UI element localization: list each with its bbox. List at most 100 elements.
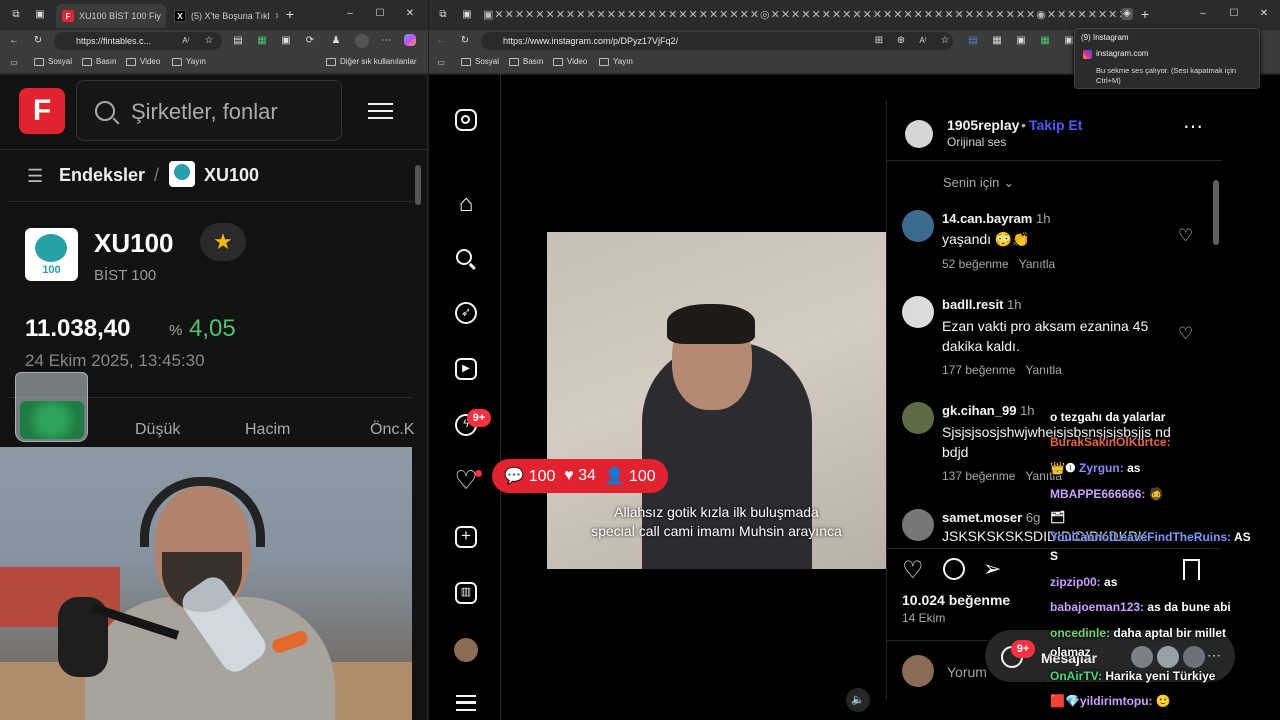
folder-icon: [82, 57, 92, 66]
instagram-favicon-icon: [1083, 50, 1092, 59]
tab-x[interactable]: X (5) X'te Boşuna Tıkl ✕: [168, 4, 278, 28]
read-aloud-icon[interactable]: A⁾: [180, 35, 192, 47]
list-numbered-icon: ☰: [27, 166, 44, 186]
post-video[interactable]: Allahsız gotik kızla ilk buluşmada speci…: [547, 100, 886, 717]
instagram-logo-icon[interactable]: [455, 109, 477, 131]
index-logo-text: 100: [42, 264, 61, 276]
scrollbar[interactable]: [415, 165, 421, 205]
home-icon[interactable]: ⌂: [453, 190, 479, 217]
active-tab-icon[interactable]: ◈: [1121, 8, 1133, 20]
search-input[interactable]: Şirketler, fonlar: [131, 99, 278, 125]
reading-list-icon[interactable]: ▭: [435, 57, 447, 69]
extension-icon[interactable]: ▣: [280, 35, 292, 47]
extension-icon[interactable]: ▤: [967, 35, 979, 47]
extension-icon[interactable]: ▦: [256, 35, 268, 47]
folder-icon: [126, 57, 136, 66]
new-tab-icon[interactable]: +: [1139, 7, 1151, 21]
address-bar[interactable]: https://fintables.c...: [54, 32, 222, 50]
refresh-icon[interactable]: ↻: [32, 35, 44, 47]
bookmark-folder[interactable]: Sosyal: [461, 57, 499, 66]
person-icon: 👤: [604, 468, 625, 485]
audio-label[interactable]: Orijinal ses: [947, 135, 1006, 149]
explore-icon[interactable]: ➶: [455, 302, 477, 324]
tab-actions-icon[interactable]: ▣: [34, 9, 46, 21]
maximize-icon[interactable]: ☐: [374, 8, 386, 20]
workspaces-icon[interactable]: ⧉: [437, 9, 449, 21]
more-menu-icon[interactable]: [456, 695, 476, 711]
app-install-icon[interactable]: ⊞: [873, 35, 885, 47]
favorite-star-icon[interactable]: ☆: [939, 35, 951, 47]
reading-list-icon[interactable]: ▭: [8, 57, 20, 69]
search-icon-handle: [112, 117, 120, 125]
breadcrumb-root[interactable]: Endeksler: [59, 165, 145, 186]
tab-fintables[interactable]: F XU100 BİST 100 Fiy ✕: [56, 4, 166, 28]
create-icon[interactable]: +: [455, 526, 477, 548]
copilot-icon[interactable]: [404, 34, 416, 46]
close-window-icon[interactable]: ✕: [404, 8, 416, 20]
left-nav-bar: ← ↻ https://fintables.c... A⁾ ☆ ▤ ▦ ▣ ⟳ …: [0, 30, 428, 52]
author-username[interactable]: 1905replay: [947, 117, 1019, 133]
bookmark-folder[interactable]: Yayın: [599, 57, 633, 66]
read-aloud-icon[interactable]: A⁾: [917, 35, 929, 47]
chevron-down-icon: ⌄: [1003, 175, 1015, 190]
favorite-star-icon[interactable]: ☆: [203, 35, 215, 47]
dashboard-icon[interactable]: ▥: [455, 582, 477, 604]
search-box[interactable]: Şirketler, fonlar: [76, 80, 342, 141]
follow-button[interactable]: Takip Et: [1029, 117, 1082, 133]
volume-icon[interactable]: 🔈: [846, 688, 870, 712]
new-tab-icon[interactable]: +: [284, 7, 296, 21]
scrollbar[interactable]: [1213, 180, 1219, 245]
zoom-icon[interactable]: ⊕: [895, 35, 907, 47]
hamburger-menu-icon[interactable]: [368, 103, 393, 119]
extension-icon[interactable]: ▣: [1015, 35, 1027, 47]
reels-icon[interactable]: ▶: [455, 358, 477, 380]
hearts-stat: ♥ 34: [564, 467, 596, 485]
pinned-tabs-strip[interactable]: ▣✕✕✕✕✕✕✕✕✕✕✕✕✕✕✕✕✕✕✕✕✕✕✕✕✕✕◎✕✕✕✕✕✕✕✕✕✕✕✕…: [483, 8, 1133, 22]
folder-icon: [326, 57, 336, 66]
bookmark-folder[interactable]: Yayın: [172, 57, 206, 66]
extension-icon[interactable]: ▦: [991, 35, 1003, 47]
bookmark-label: Yayın: [186, 57, 206, 66]
bookmark-folder[interactable]: Sosyal: [34, 57, 72, 66]
back-icon[interactable]: ←: [8, 35, 20, 47]
bookmark-folder[interactable]: Basın: [509, 57, 543, 66]
profile-avatar[interactable]: [454, 638, 478, 662]
other-bookmarks[interactable]: Diğer sık kullanılanlar: [326, 57, 416, 66]
author-avatar[interactable]: [905, 120, 933, 148]
more-options-icon[interactable]: ⋯: [1183, 114, 1203, 139]
search-icon[interactable]: [453, 246, 479, 272]
extension-icon[interactable]: ⟳: [304, 35, 316, 47]
bookmark-label: Video: [567, 57, 588, 66]
refresh-icon[interactable]: ↻: [459, 35, 471, 47]
stat-label-volume: Hacim: [245, 421, 291, 438]
instagram-sidebar: ⌂ ➶ ▶ ϟ 9+ ♡ + ▥: [429, 75, 501, 720]
close-icon[interactable]: ✕: [275, 11, 278, 22]
dot-separator: •: [1021, 117, 1026, 133]
tooltip-note: Bu sekme ses çalıyor. (Sesi kapatmak içi…: [1096, 66, 1237, 85]
fintables-logo[interactable]: F: [19, 88, 65, 134]
bookmark-label: Basın: [523, 57, 544, 66]
tip-jar-overlay: [15, 372, 88, 442]
tab-actions-icon[interactable]: ▣: [461, 9, 473, 21]
extension-icon[interactable]: ▦: [1039, 35, 1051, 47]
bookmark-label: Diğer sık kullanılanlar: [340, 57, 417, 66]
viewers-count: 100: [528, 468, 556, 485]
favorite-button[interactable]: ★: [200, 223, 246, 261]
close-window-icon[interactable]: ✕: [1258, 8, 1270, 20]
extension-icon[interactable]: ▤: [232, 35, 244, 47]
back-icon[interactable]: ←: [435, 35, 447, 47]
avatar[interactable]: [355, 34, 369, 48]
workspaces-icon[interactable]: ⧉: [10, 9, 22, 21]
index-name: BİST 100: [94, 267, 157, 284]
maximize-icon[interactable]: ☐: [1228, 8, 1240, 20]
bookmark-folder[interactable]: Video: [553, 57, 587, 66]
bookmark-folder[interactable]: Video: [126, 57, 160, 66]
folder-icon: [599, 57, 609, 66]
sort-dropdown[interactable]: Senin için ⌄: [943, 175, 1014, 191]
minimize-icon[interactable]: –: [344, 8, 356, 20]
profile-extension-icon[interactable]: ♟: [330, 35, 342, 47]
more-icon[interactable]: ⋯: [380, 35, 392, 47]
folder-icon: [172, 57, 182, 66]
minimize-icon[interactable]: –: [1197, 8, 1209, 20]
bookmark-folder[interactable]: Basın: [82, 57, 116, 66]
